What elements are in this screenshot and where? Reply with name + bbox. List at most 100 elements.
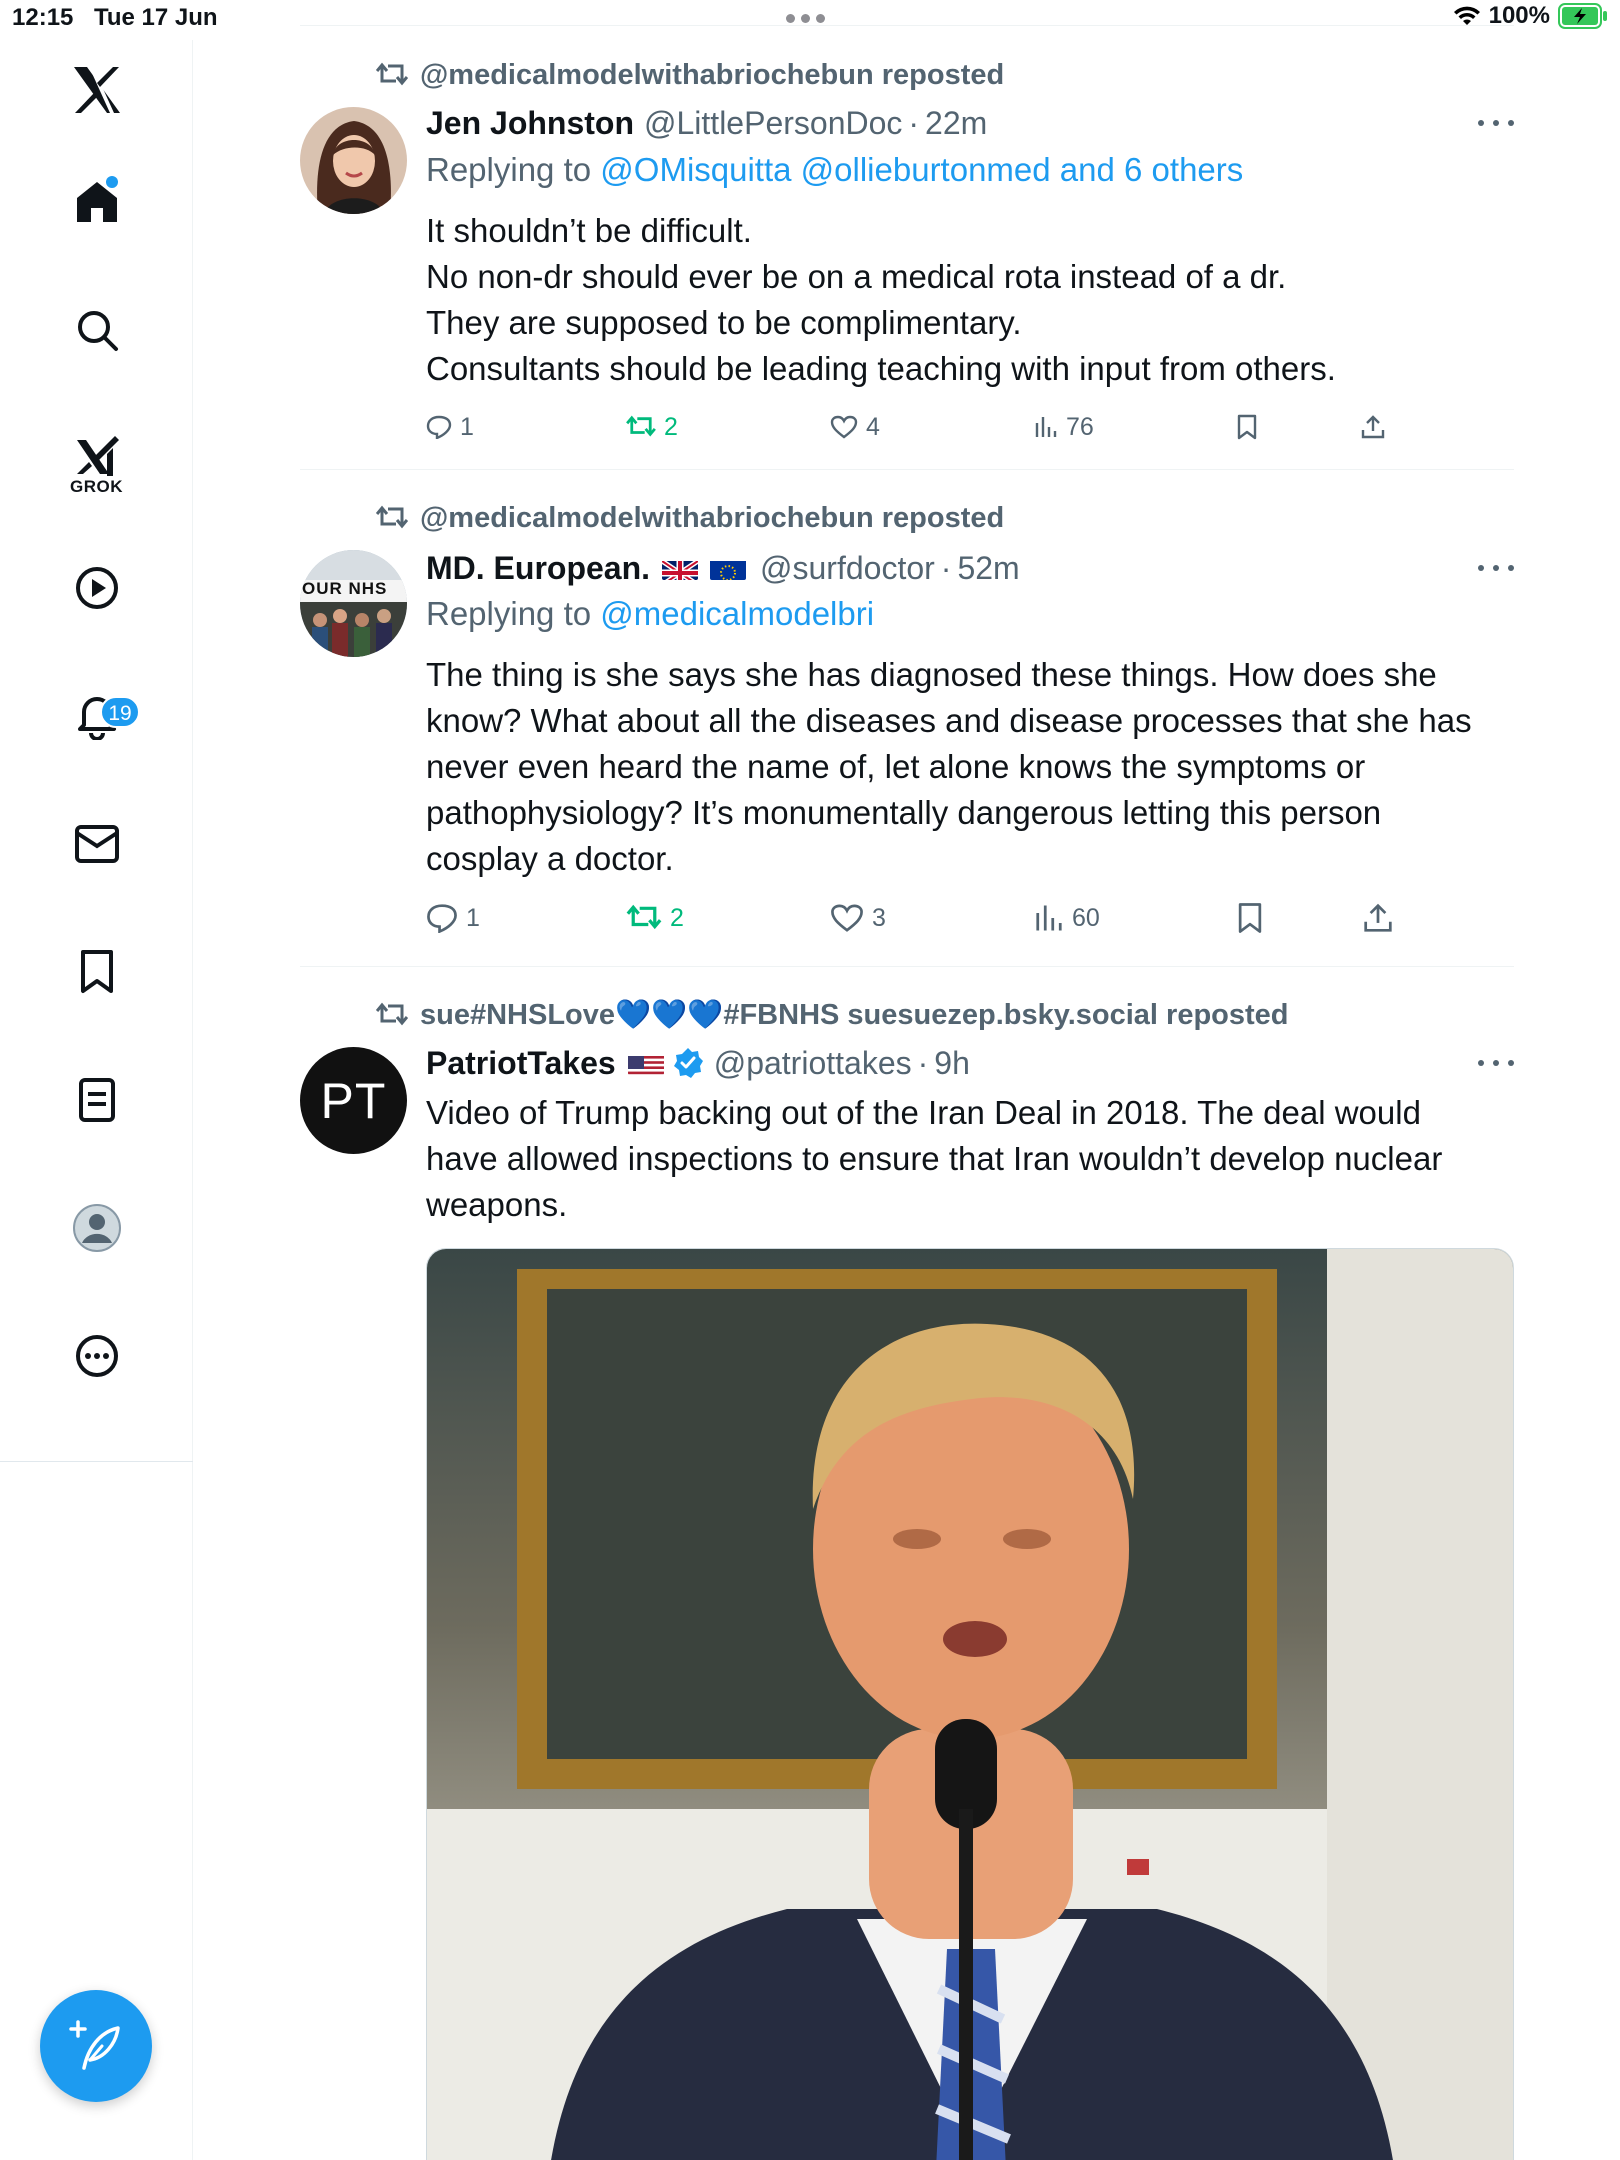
timestamp[interactable]: 9h <box>934 1045 970 1082</box>
status-time: 12:15 <box>12 4 74 31</box>
tweet-actions: 1 2 3 60 <box>426 898 1514 938</box>
repost-by-text[interactable]: @medicalmodelwithabriochebun reposted <box>420 502 1004 535</box>
more-options-icon[interactable] <box>1478 101 1514 145</box>
views-button[interactable]: 76 <box>1034 407 1094 447</box>
us-flag-icon <box>627 1051 664 1075</box>
timeline: @medicalmodelwithabriochebun reposted Je… <box>300 0 1514 2160</box>
repost-indicator: sue#NHSLove💙💙💙#FBNHS suesuezep.bsky.soci… <box>376 995 1289 1035</box>
home-unread-dot <box>106 176 118 188</box>
eu-flag-icon <box>710 556 747 580</box>
search-icon <box>77 311 118 351</box>
tweet-line: It shouldn’t be difficult. <box>426 212 752 249</box>
reply-icon <box>426 415 452 439</box>
tweet-line: No non-dr should ever be on a medical ro… <box>426 258 1287 295</box>
nav-bookmarks[interactable] <box>0 932 193 1012</box>
views-icon <box>1035 417 1057 437</box>
repost-by-text[interactable]: sue#NHSLove💙💙💙#FBNHS suesuezep.bsky.soci… <box>420 998 1289 1032</box>
mail-icon <box>74 825 119 863</box>
separator-dot: · <box>908 104 920 141</box>
more-options-icon[interactable] <box>1478 546 1514 590</box>
repost-count: 2 <box>670 903 684 932</box>
repost-indicator: @medicalmodelwithabriochebun reposted <box>376 498 1004 538</box>
like-button[interactable]: 3 <box>830 898 886 938</box>
repost-indicator: @medicalmodelwithabriochebun reposted <box>376 55 1004 95</box>
tweet-header: MD. European. @surfdoctor · 52m <box>426 546 1020 590</box>
grok-icon <box>76 436 119 476</box>
sidebar-divider <box>0 1461 193 1462</box>
heart-icon <box>831 904 863 932</box>
play-icon <box>75 567 118 609</box>
nav-videos[interactable] <box>0 548 193 628</box>
replying-to: Replying to @OMisquitta @ollieburtonmed … <box>426 151 1243 195</box>
nav-lists[interactable] <box>0 1060 193 1140</box>
tweet-video[interactable] <box>426 1248 1514 2160</box>
separator-dot: · <box>917 1044 929 1081</box>
nav-explore[interactable] <box>0 290 193 370</box>
avatar[interactable] <box>300 107 407 214</box>
bookmark-button[interactable] <box>1236 898 1264 938</box>
nav-home[interactable] <box>0 162 193 242</box>
handle[interactable]: @patriottakes <box>714 1045 912 1082</box>
reply-count: 1 <box>460 412 474 441</box>
x-logo-icon[interactable] <box>0 50 193 130</box>
more-options-icon[interactable] <box>1478 1041 1514 1085</box>
display-name[interactable]: Jen Johnston <box>426 105 634 142</box>
avatar[interactable]: OUR NHS <box>300 550 407 657</box>
nav-profile[interactable] <box>0 1188 193 1268</box>
nav-messages[interactable] <box>0 804 193 884</box>
handle[interactable]: @LittlePersonDoc <box>644 105 902 142</box>
tweet-line: cosplay a doctor. <box>426 840 674 877</box>
avatar <box>72 1204 121 1252</box>
tweet-line: know? What about all the diseases and di… <box>426 702 1472 739</box>
tweet-line: The thing is she says she has diagnosed … <box>426 656 1437 693</box>
repost-button[interactable]: 2 <box>626 407 678 447</box>
like-button[interactable]: 4 <box>830 407 880 447</box>
repost-icon <box>626 415 656 437</box>
tweet-line: They are supposed to be complimentary. <box>426 304 1022 341</box>
share-button[interactable] <box>1362 898 1394 938</box>
display-name[interactable]: MD. European. <box>426 550 650 587</box>
timestamp[interactable]: 22m <box>925 105 987 142</box>
tweet-text: The thing is she says she has diagnosed … <box>426 652 1514 882</box>
separator-dot: · <box>940 549 952 586</box>
tweet-line: Video of Trump backing out of the Iran D… <box>426 1094 1421 1131</box>
repost-icon <box>376 62 408 86</box>
replying-prefix: Replying to <box>426 151 592 188</box>
display-name[interactable]: PatriotTakes <box>426 1045 616 1082</box>
avatar-banner-text: OUR NHS <box>302 579 388 598</box>
repost-icon <box>376 505 408 529</box>
timestamp[interactable]: 52m <box>957 550 1019 587</box>
repost-by-text[interactable]: @medicalmodelwithabriochebun reposted <box>420 59 1004 92</box>
avatar[interactable]: PT <box>300 1047 407 1154</box>
reply-icon <box>427 904 457 933</box>
heart-icon <box>830 415 858 439</box>
tweet-actions: 1 2 4 76 <box>426 407 1514 447</box>
views-count: 60 <box>1072 903 1100 932</box>
feed-top-divider <box>300 25 1514 26</box>
nav-notifications[interactable]: 19 <box>0 676 193 756</box>
repost-button[interactable]: 2 <box>626 898 684 938</box>
replying-links[interactable]: @medicalmodelbri <box>600 595 874 632</box>
bookmark-icon <box>1237 414 1257 440</box>
compose-button[interactable] <box>40 1990 152 2102</box>
list-icon <box>78 1078 115 1122</box>
repost-icon <box>626 904 662 930</box>
notifications-badge: 19 <box>100 696 140 728</box>
replying-prefix: Replying to <box>426 595 592 632</box>
battery-charging-icon <box>1558 3 1607 29</box>
views-button[interactable]: 60 <box>1034 898 1100 938</box>
share-button[interactable] <box>1360 407 1386 447</box>
reply-button[interactable]: 1 <box>426 898 480 938</box>
grok-label: GROK <box>70 477 123 496</box>
reply-count: 1 <box>466 903 480 932</box>
nav-more[interactable] <box>0 1316 193 1396</box>
handle[interactable]: @surfdoctor <box>760 550 935 587</box>
replying-links[interactable]: @OMisquitta @ollieburtonmed and 6 others <box>600 151 1243 188</box>
share-icon <box>1364 903 1392 932</box>
bookmark-button[interactable] <box>1236 407 1258 447</box>
tweet-text: Video of Trump backing out of the Iran D… <box>426 1090 1514 1228</box>
tweet-header: Jen Johnston @LittlePersonDoc · 22m <box>426 101 987 145</box>
reply-button[interactable]: 1 <box>426 407 474 447</box>
tweet-line: pathophysiology? It’s monumentally dange… <box>426 794 1382 831</box>
like-count: 3 <box>872 903 886 932</box>
